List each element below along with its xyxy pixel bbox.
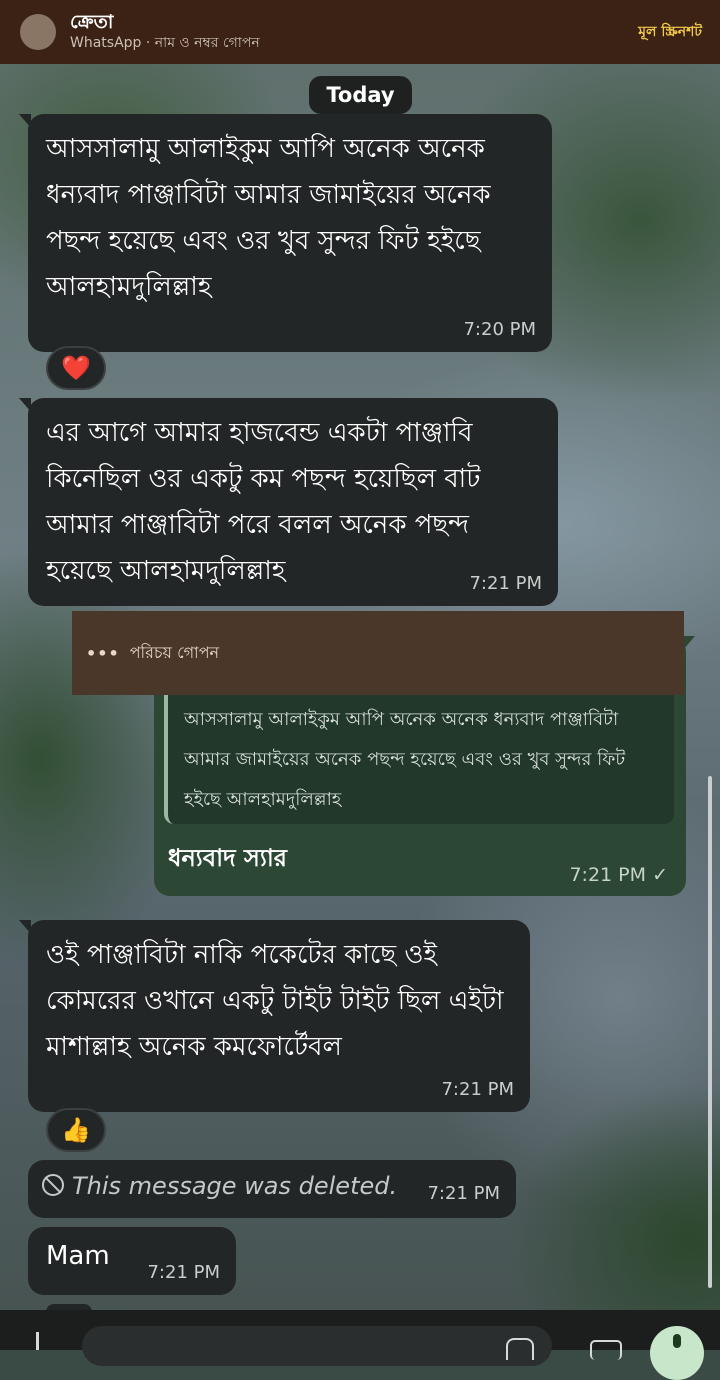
- message-text: এর আগে আমার হাজবেন্ড একটা পাঞ্জাবি কিনেছ…: [46, 418, 481, 586]
- incoming-message[interactable]: আসসালামু আলাইকুম আপি অনেক অনেক ধন্যবাদ প…: [19, 114, 552, 352]
- identity-hidden-label: পরিচয় গোপন: [129, 642, 220, 662]
- sent-check-icon: ✓: [652, 864, 668, 886]
- incoming-message[interactable]: Mam 7:21 PM: [28, 1227, 236, 1295]
- scrollbar[interactable]: [708, 776, 712, 1288]
- message-text: ওই পাঞ্জাবিটা নাকি পকেটের কাছে ওই কোমরের…: [46, 940, 504, 1062]
- contact-info[interactable]: ক্রেতা WhatsApp · নাম ও নম্বর গোপন: [70, 11, 260, 53]
- message-time: 7:21 PM: [147, 1262, 220, 1283]
- plus-icon[interactable]: [36, 1332, 39, 1350]
- message-time: 7:21 PM: [427, 1183, 500, 1204]
- message-time-text: 7:21 PM: [569, 864, 647, 886]
- mic-icon[interactable]: [650, 1326, 704, 1380]
- deleted-message[interactable]: This message was deleted. 7:21 PM: [28, 1160, 516, 1218]
- date-chip: Today: [309, 76, 412, 114]
- message-input[interactable]: [82, 1326, 552, 1366]
- more-dots-icon: •••: [86, 643, 120, 663]
- heart-reaction-icon[interactable]: ❤️: [46, 346, 106, 390]
- deleted-message-content: This message was deleted.: [42, 1172, 397, 1200]
- message-time: 7:21 PM: [469, 573, 542, 594]
- contact-subtitle: WhatsApp · নাম ও নম্বর গোপন: [70, 35, 260, 51]
- message-text: আসসালামু আলাইকুম আপি অনেক অনেক ধন্যবাদ প…: [46, 134, 491, 302]
- sticker-icon[interactable]: [506, 1338, 534, 1360]
- quoted-message[interactable]: আসসালামু আলাইকুম আপি অনেক অনেক ধন্যবাদ প…: [164, 676, 674, 824]
- message-time: 7:21 PM ✓: [569, 864, 668, 886]
- original-screenshot-link[interactable]: মূল স্ক্রিনশট: [638, 20, 702, 44]
- identity-hidden-overlay: ••• পরিচয় গোপন: [72, 611, 684, 695]
- ban-icon: [42, 1174, 64, 1196]
- chat-header: ক্রেতা WhatsApp · নাম ও নম্বর গোপন মূল স…: [0, 0, 720, 64]
- message-time: 7:21 PM: [441, 1079, 514, 1100]
- contact-name: ক্রেতা: [70, 11, 114, 33]
- incoming-message[interactable]: ওই পাঞ্জাবিটা নাকি পকেটের কাছে ওই কোমরের…: [19, 920, 530, 1112]
- thumbs-up-reaction-icon[interactable]: 👍: [46, 1108, 106, 1152]
- incoming-message[interactable]: এর আগে আমার হাজবেন্ড একটা পাঞ্জাবি কিনেছ…: [19, 398, 558, 606]
- message-text: This message was deleted.: [72, 1172, 398, 1200]
- message-time: 7:20 PM: [463, 319, 536, 340]
- avatar[interactable]: [20, 14, 56, 50]
- message-text: ধন্যবাদ স্যার: [168, 844, 287, 872]
- message-text: Mam: [46, 1241, 110, 1271]
- camera-icon[interactable]: [590, 1340, 622, 1360]
